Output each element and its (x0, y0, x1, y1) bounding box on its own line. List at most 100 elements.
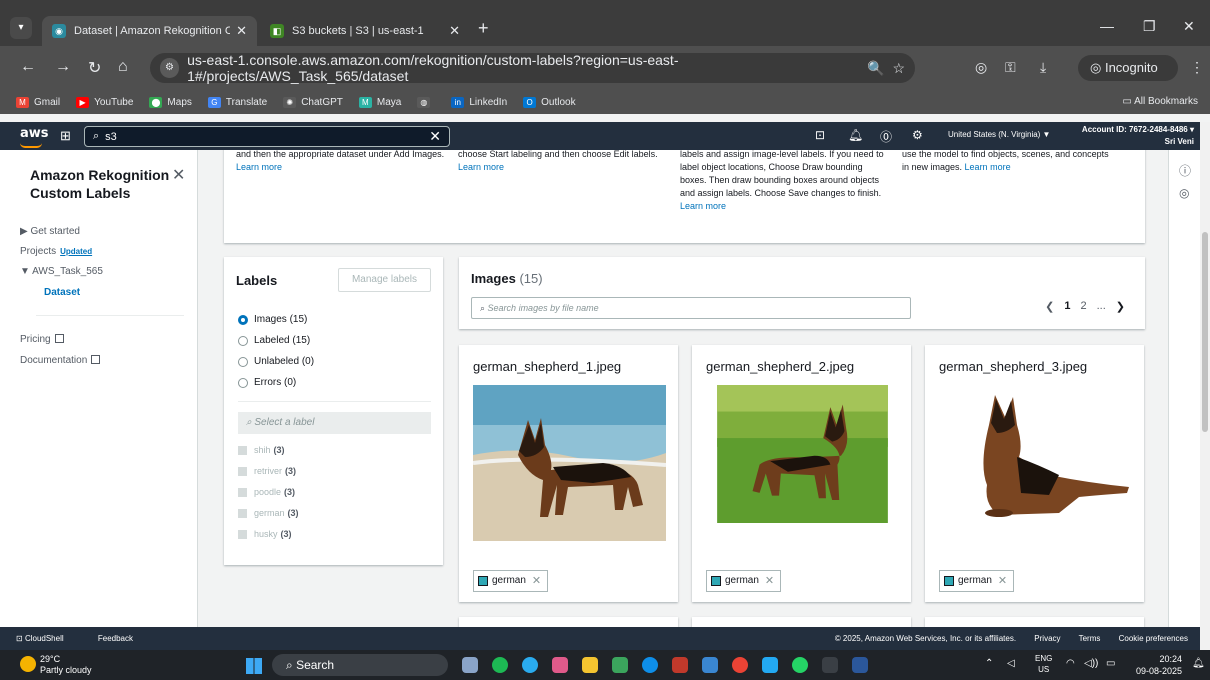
wifi-icon[interactable]: ◠ (1066, 658, 1075, 669)
learn-more-link[interactable]: Learn more (458, 162, 504, 172)
terms-link[interactable]: Terms (1079, 634, 1101, 643)
region-selector[interactable]: United States (N. Virginia) ▼ (948, 130, 1050, 139)
filter-labeled[interactable]: Labeled (15) (238, 335, 310, 346)
battery-icon[interactable]: ▭ (1106, 658, 1115, 669)
sidebar-item-dataset[interactable]: Dataset (44, 287, 80, 298)
image-search-input[interactable]: ⌕ Search images by file name (471, 297, 911, 319)
page-1[interactable]: 1 (1064, 300, 1070, 313)
help-icon[interactable]: ⓪ (880, 128, 892, 145)
tab-dataset[interactable]: ◉ Dataset | Amazon Rekognition Custo ✕ (42, 16, 257, 46)
close-tab-icon[interactable]: ✕ (449, 23, 460, 39)
windows-start-icon[interactable] (246, 658, 262, 674)
bookmark-youtube[interactable]: ▶ YouTube (76, 96, 133, 108)
taskbar-search[interactable]: ⌕ Search (272, 654, 448, 676)
back-icon[interactable]: ← (20, 58, 36, 76)
notepad-icon[interactable] (612, 657, 628, 673)
sidebar-item-documentation[interactable]: Documentation (20, 355, 101, 366)
manage-labels-button[interactable]: Manage labels (338, 268, 431, 292)
learn-more-link[interactable]: Learn more (236, 162, 282, 172)
edge-icon[interactable] (642, 657, 658, 673)
cloudshell-button[interactable]: ⊡ CloudShell (16, 634, 80, 643)
sidebar-item-projects[interactable]: Projects Updated (20, 246, 92, 257)
sidebar-item-pricing[interactable]: Pricing (20, 334, 64, 345)
image-card[interactable]: german_shepherd_1.jpeg german ✕ (459, 345, 678, 602)
settings-gear-icon[interactable]: ⚙ (912, 128, 923, 142)
scrollbar-thumb[interactable] (1202, 232, 1208, 432)
all-bookmarks[interactable]: ▭ All Bookmarks (1122, 96, 1198, 107)
label-item[interactable]: shih (3) (238, 445, 285, 455)
learn-more-link[interactable]: Learn more (680, 201, 726, 211)
file-explorer-icon[interactable] (582, 657, 598, 673)
app-icon[interactable] (672, 657, 688, 673)
incognito-indicator[interactable]: ◎ Incognito (1078, 55, 1178, 81)
minimize-icon[interactable]: — (1100, 18, 1114, 34)
volume-icon[interactable]: ◁)) (1084, 658, 1098, 669)
label-item[interactable]: retriver (3) (238, 466, 296, 476)
close-sidenav-icon[interactable]: ✕ (172, 165, 185, 185)
app-icon[interactable] (702, 657, 718, 673)
aws-search-input[interactable]: ⌕ s3 ✕ (84, 126, 450, 147)
learn-more-link[interactable]: Learn more (965, 162, 1011, 172)
account-menu[interactable]: Account ID: 7672-2484-8486 ▾ Sri Veni (1082, 124, 1194, 148)
image-card[interactable] (459, 617, 678, 627)
vscode-icon[interactable] (762, 657, 778, 673)
cloudshell-icon[interactable]: ⊡ (815, 128, 825, 142)
label-item[interactable]: german (3) (238, 508, 299, 518)
password-key-icon[interactable]: ⚿ (1005, 59, 1016, 76)
aws-logo[interactable]: aws (20, 126, 49, 148)
prev-page-icon[interactable]: ❮ (1045, 300, 1054, 313)
notification-bell-icon[interactable]: 🔔︎ (1192, 658, 1205, 669)
home-icon[interactable]: ⌂ (118, 58, 128, 76)
browser-menu-icon[interactable]: ⋮ (1190, 59, 1204, 76)
select-label-input[interactable]: ⌕ Select a label (238, 412, 431, 434)
sidebar-item-get-started[interactable]: ▶ Get started (20, 226, 80, 237)
image-card[interactable] (925, 617, 1144, 627)
cookie-preferences-link[interactable]: Cookie preferences (1119, 634, 1188, 643)
chrome-icon[interactable] (732, 657, 748, 673)
filter-unlabeled[interactable]: Unlabeled (0) (238, 356, 314, 367)
next-page-icon[interactable]: ❯ (1116, 300, 1125, 313)
remove-label-icon[interactable]: ✕ (532, 571, 541, 591)
tray-chevron-icon[interactable]: ⌃ (985, 658, 993, 669)
remove-label-icon[interactable]: ✕ (998, 571, 1007, 591)
page-scrollbar[interactable] (1200, 122, 1210, 650)
restore-icon[interactable]: ❐ (1143, 18, 1156, 35)
sidebar-item-project[interactable]: ▼ AWS_Task_565 (20, 266, 103, 277)
whatsapp-icon[interactable] (792, 657, 808, 673)
word-icon[interactable] (852, 657, 868, 673)
bookmark-outlook[interactable]: O Outlook (523, 96, 576, 108)
telegram-icon[interactable] (522, 657, 538, 673)
tutorial-icon[interactable]: ◎ (1179, 186, 1189, 200)
forward-icon[interactable]: → (55, 58, 71, 76)
label-item[interactable]: poodle (3) (238, 487, 295, 497)
close-window-icon[interactable]: ✕ (1183, 18, 1195, 35)
image-card[interactable]: german_shepherd_2.jpeg german ✕ (692, 345, 911, 602)
bookmark-globe[interactable]: ◍ (417, 96, 435, 108)
bookmark-gmail[interactable]: M Gmail (16, 96, 60, 108)
feedback-link[interactable]: Feedback (98, 634, 133, 643)
image-card[interactable] (692, 617, 911, 627)
taskview-icon[interactable] (462, 657, 478, 673)
download-icon[interactable]: ⤓ (1040, 59, 1046, 76)
privacy-link[interactable]: Privacy (1034, 634, 1060, 643)
new-tab-icon[interactable]: + (478, 18, 489, 39)
filter-errors[interactable]: Errors (0) (238, 377, 296, 388)
reload-icon[interactable]: ↻ (88, 58, 101, 78)
services-grid-icon[interactable]: ⊞ (60, 128, 71, 144)
bookmark-linkedin[interactable]: in LinkedIn (451, 96, 507, 108)
zoom-icon[interactable]: 🔍 (867, 60, 884, 77)
bookmark-star-icon[interactable]: ☆ (892, 60, 905, 77)
url-field[interactable]: ⚙ us-east-1.console.aws.amazon.com/rekog… (150, 52, 915, 84)
site-info-icon[interactable]: ⚙ (160, 58, 180, 78)
app-icon[interactable] (822, 657, 838, 673)
incognito-small-icon[interactable]: ◎ (975, 59, 987, 76)
label-item[interactable]: husky (3) (238, 529, 292, 539)
tray-app-icon[interactable]: ◁ (1007, 658, 1015, 669)
app-icon[interactable] (552, 657, 568, 673)
info-icon[interactable]: ⓘ (1179, 162, 1191, 179)
bookmark-translate[interactable]: G Translate (207, 96, 267, 108)
clear-search-icon[interactable]: ✕ (429, 128, 441, 145)
bookmark-maya[interactable]: M Maya (358, 96, 401, 108)
notifications-bell-icon[interactable]: 🔔︎ (848, 128, 863, 142)
tab-s3-buckets[interactable]: ◧ S3 buckets | S3 | us-east-1 ✕ (260, 16, 470, 46)
